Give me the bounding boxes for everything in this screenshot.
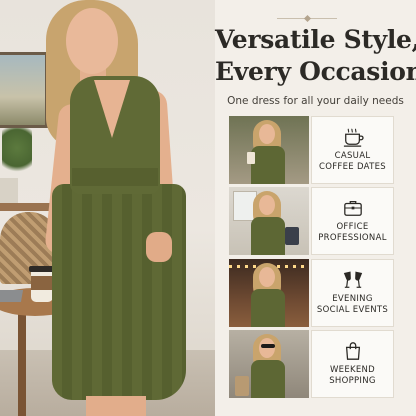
occasion-info-coffee: CASUAL COFFEE DATES — [311, 116, 394, 184]
occasion-label-line2: SHOPPING — [329, 376, 376, 386]
occasion-info-weekend: WEEKEND SHOPPING — [311, 330, 394, 398]
coffee-cup-sleeve — [31, 276, 53, 290]
occasion-photo-office — [229, 187, 309, 255]
hero-photo — [0, 0, 215, 416]
occasion-card-evening: EVENING SOCIAL EVENTS — [229, 259, 394, 327]
wall-art — [0, 52, 48, 128]
occasion-card-weekend: WEEKEND SHOPPING — [229, 330, 394, 398]
occasion-label-line1: WEEKEND — [329, 365, 376, 375]
occasion-label-line2: COFFEE DATES — [319, 162, 386, 172]
occasion-label-line2: SOCIAL EVENTS — [316, 305, 389, 315]
shopping-bag-icon — [345, 342, 360, 360]
coffee-cup-icon — [343, 128, 364, 147]
dress-skirt — [52, 184, 186, 400]
occasion-info-evening: EVENING SOCIAL EVENTS — [311, 259, 394, 327]
dress-waistband — [72, 168, 158, 186]
laptop — [0, 290, 24, 302]
shelf — [0, 203, 55, 211]
occasion-label-line1: CASUAL — [334, 151, 371, 161]
headline-line-2: Every Occasion — [215, 57, 416, 86]
headline: Versatile Style, Every Occasion — [215, 24, 416, 88]
dress-v-neckline — [94, 80, 130, 138]
potted-plant — [2, 128, 32, 178]
occasion-label-line1: EVENING — [332, 294, 373, 304]
occasion-label-line2: PROFESSIONAL — [318, 233, 387, 243]
briefcase-icon — [343, 201, 362, 216]
occasion-label-line1: OFFICE — [336, 222, 369, 232]
model-legs — [86, 396, 146, 416]
occasion-info-office: OFFICE PROFESSIONAL — [311, 187, 394, 255]
subtitle: One dress for all your daily needs — [227, 95, 404, 107]
occasion-photo-coffee — [229, 116, 309, 184]
wine-glasses-icon — [343, 271, 362, 288]
occasion-card-office: OFFICE PROFESSIONAL — [229, 187, 394, 255]
occasion-card-coffee: CASUAL COFFEE DATES — [229, 116, 394, 184]
occasion-photo-evening — [229, 259, 309, 327]
model-hand — [146, 232, 172, 262]
cafe-table-leg — [18, 310, 26, 416]
headline-line-1: Versatile Style, — [215, 25, 416, 54]
model-face — [66, 8, 118, 74]
occasion-photo-weekend — [229, 330, 309, 398]
plant-pot — [0, 178, 18, 204]
